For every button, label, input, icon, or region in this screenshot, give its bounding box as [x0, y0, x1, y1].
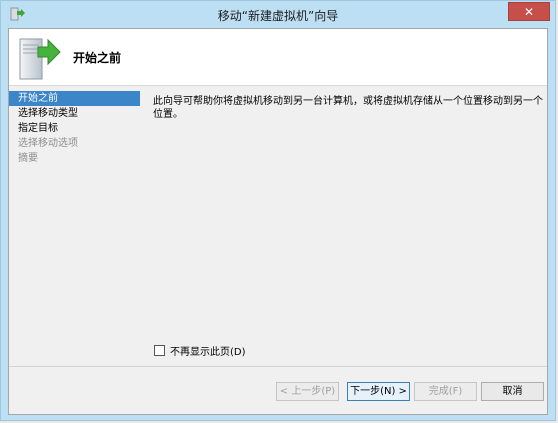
dont-show-checkbox[interactable]: [154, 345, 165, 356]
step-summary: 摘要: [18, 153, 38, 164]
page-title: 开始之前: [73, 51, 122, 65]
next-button[interactable]: 下一步(N) >: [347, 382, 410, 401]
server-move-icon: [14, 31, 64, 83]
step-before-you-begin[interactable]: 开始之前: [9, 91, 140, 106]
title-bar[interactable]: 移动“新建虚拟机”向导 ✕: [1, 1, 555, 28]
wizard-window: 移动“新建虚拟机”向导 ✕ 开始之前 开始之前 选择移动类型 指定目标 选择移动…: [0, 0, 556, 421]
description-text: 此向导可帮助你将虚拟机移动到另一台计算机，或将虚拟机存储从一个位置移动到另一个位…: [153, 96, 543, 120]
previous-button: < 上一步(P): [276, 382, 339, 401]
step-specify-destination[interactable]: 指定目标: [9, 121, 140, 136]
step-choose-move-type[interactable]: 选择移动类型: [9, 106, 140, 121]
footer-divider: [9, 366, 547, 367]
wizard-body: 开始之前 开始之前 选择移动类型 指定目标 选择移动选项 摘要 此向导可帮助你将…: [8, 28, 548, 415]
close-button[interactable]: ✕: [508, 2, 550, 21]
wizard-steps: 开始之前 选择移动类型 指定目标 选择移动选项 摘要: [9, 91, 140, 166]
finish-button: 完成(F): [414, 382, 477, 401]
dont-show-again[interactable]: 不再显示此页(D): [154, 343, 246, 358]
wizard-header: 开始之前: [9, 29, 547, 86]
window-title: 移动“新建虚拟机”向导: [217, 9, 339, 23]
dont-show-label[interactable]: 不再显示此页(D): [170, 343, 246, 358]
cancel-button[interactable]: 取消: [481, 382, 544, 401]
step-choose-move-options: 选择移动选项: [18, 138, 78, 149]
